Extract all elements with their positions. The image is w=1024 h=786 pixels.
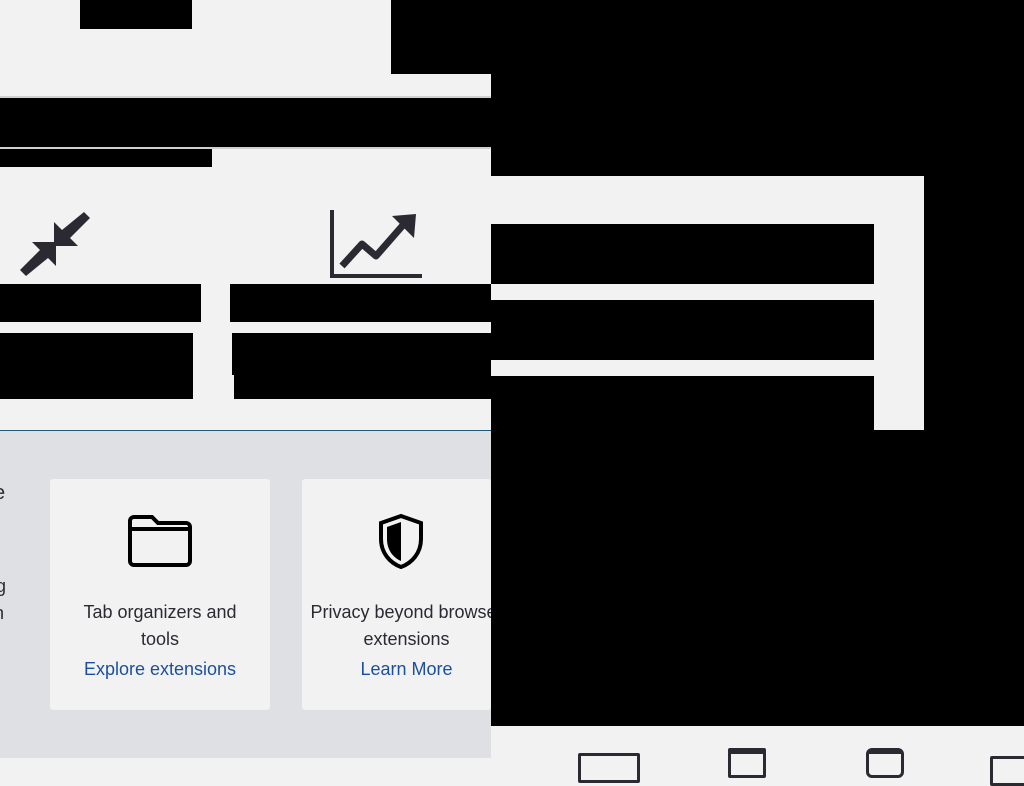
redacted-feature-desc-2 [232, 333, 491, 375]
explore-extensions-link[interactable]: Explore extensions [84, 659, 236, 680]
window-icon [728, 748, 766, 778]
redacted-row-2[interactable] [491, 300, 874, 360]
device-icon [866, 748, 904, 778]
redacted-right-edge [924, 176, 1024, 430]
redacted-feature-desc-2b [234, 374, 491, 399]
window-partial-icon [990, 756, 1024, 786]
card-title: Privacy beyond browser extensions [310, 602, 491, 649]
clipped-text-fragment: g [0, 576, 7, 596]
window-folder-icon [578, 753, 640, 783]
redacted-row-1[interactable] [491, 224, 874, 284]
redacted-subheading-bar [0, 149, 212, 167]
extension-card-privacy: Privacy beyond browser extensions Learn … [302, 479, 491, 710]
clipped-text-fragment: n [0, 603, 4, 624]
shield-icon [369, 511, 433, 571]
extension-card-tab-organizers: Tab organizers and tools Explore extensi… [50, 479, 270, 710]
redacted-block-right-column [491, 74, 1024, 176]
compress-arrows-icon [18, 208, 92, 280]
redacted-block-top-left [80, 0, 192, 29]
redacted-feature-title-2 [230, 284, 491, 322]
redacted-feature-desc-1 [0, 333, 193, 399]
bottom-left-strip [0, 758, 491, 768]
learn-more-link[interactable]: Learn More [360, 659, 452, 680]
redacted-feature-title-1 [0, 284, 201, 322]
card-title: Tab organizers and tools [83, 602, 237, 649]
redacted-row-3[interactable] [491, 376, 874, 430]
trending-chart-icon [328, 208, 424, 280]
redacted-block-lower-right [491, 430, 1024, 726]
clipped-text-fragment: e [0, 482, 5, 505]
folder-icon [128, 511, 192, 571]
redacted-heading-bar [0, 98, 491, 147]
redacted-block-top-right [391, 0, 1024, 74]
